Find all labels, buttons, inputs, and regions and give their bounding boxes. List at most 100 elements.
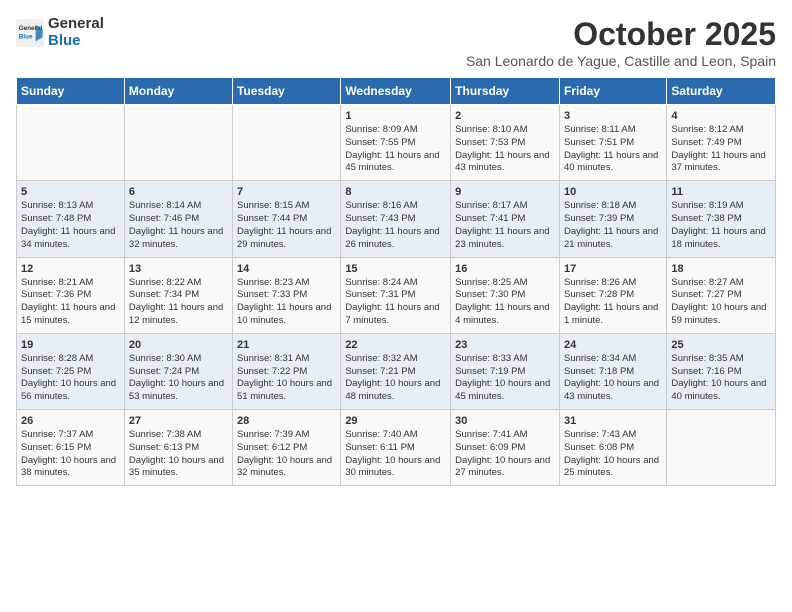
calendar-cell: 18 Sunrise: 8:27 AM Sunset: 7:27 PM Dayli… (667, 257, 776, 333)
calendar-cell: 11 Sunrise: 8:19 AM Sunset: 7:38 PM Dayli… (667, 181, 776, 257)
calendar-cell: 26 Sunrise: 7:37 AM Sunset: 6:15 PM Dayli… (17, 410, 125, 486)
calendar-cell: 19 Sunrise: 8:28 AM Sunset: 7:25 PM Dayli… (17, 333, 125, 409)
cell-content: Sunrise: 8:13 AM Sunset: 7:48 PM Dayligh… (21, 200, 120, 251)
calendar-cell: 10 Sunrise: 8:18 AM Sunset: 7:39 PM Dayli… (559, 181, 666, 257)
cell-content: Sunrise: 8:35 AM Sunset: 7:16 PM Dayligh… (671, 353, 771, 404)
calendar-cell: 3 Sunrise: 8:11 AM Sunset: 7:51 PM Daylig… (559, 105, 666, 181)
logo: General Blue General Blue (16, 16, 104, 49)
calendar-cell: 24 Sunrise: 8:34 AM Sunset: 7:18 PM Dayli… (559, 333, 666, 409)
title-block: October 2025 San Leonardo de Yague, Cast… (466, 16, 776, 69)
cell-content: Sunrise: 8:16 AM Sunset: 7:43 PM Dayligh… (345, 200, 446, 251)
cell-content: Sunrise: 8:23 AM Sunset: 7:33 PM Dayligh… (237, 277, 336, 328)
cell-content: Sunrise: 8:32 AM Sunset: 7:21 PM Dayligh… (345, 353, 446, 404)
cell-content: Sunrise: 8:34 AM Sunset: 7:18 PM Dayligh… (564, 353, 662, 404)
day-number: 18 (671, 263, 771, 275)
day-number: 23 (455, 339, 555, 351)
calendar-cell: 7Sunrise: 8:15 AM Sunset: 7:44 PM Daylig… (233, 181, 341, 257)
calendar-cell: 25 Sunrise: 8:35 AM Sunset: 7:16 PM Dayli… (667, 333, 776, 409)
cell-content: Sunrise: 8:17 AM Sunset: 7:41 PM Dayligh… (455, 200, 555, 251)
cell-content: Sunrise: 7:41 AM Sunset: 6:09 PM Dayligh… (455, 429, 555, 480)
calendar-cell: 16Sunrise: 8:25 AM Sunset: 7:30 PM Dayli… (451, 257, 560, 333)
day-number: 19 (21, 339, 120, 351)
day-number: 13 (129, 263, 228, 275)
calendar-cell: 27Sunrise: 7:38 AM Sunset: 6:13 PM Dayli… (124, 410, 232, 486)
day-number: 4 (671, 110, 771, 122)
day-number: 8 (345, 186, 446, 198)
cell-content: Sunrise: 8:09 AM Sunset: 7:55 PM Dayligh… (345, 124, 446, 175)
day-number: 25 (671, 339, 771, 351)
calendar-cell (17, 105, 125, 181)
weekday-header-saturday: Saturday (667, 78, 776, 105)
calendar-cell: 17 Sunrise: 8:26 AM Sunset: 7:28 PM Dayli… (559, 257, 666, 333)
calendar-cell: 2Sunrise: 8:10 AM Sunset: 7:53 PM Daylig… (451, 105, 560, 181)
weekday-header-friday: Friday (559, 78, 666, 105)
calendar-cell: 8 Sunrise: 8:16 AM Sunset: 7:43 PM Daylig… (341, 181, 451, 257)
day-number: 17 (564, 263, 662, 275)
calendar-cell (233, 105, 341, 181)
cell-content: Sunrise: 8:31 AM Sunset: 7:22 PM Dayligh… (237, 353, 336, 404)
cell-content: Sunrise: 8:11 AM Sunset: 7:51 PM Dayligh… (564, 124, 662, 175)
calendar-cell: 4 Sunrise: 8:12 AM Sunset: 7:49 PM Daylig… (667, 105, 776, 181)
day-number: 20 (129, 339, 228, 351)
calendar-week-row: 26 Sunrise: 7:37 AM Sunset: 6:15 PM Dayli… (17, 410, 776, 486)
calendar-week-row: 1Sunrise: 8:09 AM Sunset: 7:55 PM Daylig… (17, 105, 776, 181)
calendar-cell: 23 Sunrise: 8:33 AM Sunset: 7:19 PM Dayli… (451, 333, 560, 409)
cell-content: Sunrise: 7:39 AM Sunset: 6:12 PM Dayligh… (237, 429, 336, 480)
cell-content: Sunrise: 8:22 AM Sunset: 7:34 PM Dayligh… (129, 277, 228, 328)
day-number: 16 (455, 263, 555, 275)
cell-content: Sunrise: 8:30 AM Sunset: 7:24 PM Dayligh… (129, 353, 228, 404)
calendar-cell (667, 410, 776, 486)
page-header: General Blue General Blue October 2025 S… (16, 16, 776, 69)
calendar-cell: 13 Sunrise: 8:22 AM Sunset: 7:34 PM Dayli… (124, 257, 232, 333)
calendar-cell (124, 105, 232, 181)
day-number: 31 (564, 415, 662, 427)
calendar-cell: 22Sunrise: 8:32 AM Sunset: 7:21 PM Dayli… (341, 333, 451, 409)
month-title: October 2025 (466, 16, 776, 53)
day-number: 28 (237, 415, 336, 427)
cell-content: Sunrise: 7:43 AM Sunset: 6:08 PM Dayligh… (564, 429, 662, 480)
logo-icon: General Blue (16, 19, 44, 47)
calendar-cell: 12Sunrise: 8:21 AM Sunset: 7:36 PM Dayli… (17, 257, 125, 333)
cell-content: Sunrise: 7:37 AM Sunset: 6:15 PM Dayligh… (21, 429, 120, 480)
cell-content: Sunrise: 8:18 AM Sunset: 7:39 PM Dayligh… (564, 200, 662, 251)
weekday-header-thursday: Thursday (451, 78, 560, 105)
calendar-cell: 28 Sunrise: 7:39 AM Sunset: 6:12 PM Dayli… (233, 410, 341, 486)
cell-content: Sunrise: 8:26 AM Sunset: 7:28 PM Dayligh… (564, 277, 662, 328)
day-number: 10 (564, 186, 662, 198)
cell-content: Sunrise: 8:27 AM Sunset: 7:27 PM Dayligh… (671, 277, 771, 328)
cell-content: Sunrise: 7:40 AM Sunset: 6:11 PM Dayligh… (345, 429, 446, 480)
day-number: 3 (564, 110, 662, 122)
weekday-header-wednesday: Wednesday (341, 78, 451, 105)
cell-content: Sunrise: 8:33 AM Sunset: 7:19 PM Dayligh… (455, 353, 555, 404)
calendar-body: 1Sunrise: 8:09 AM Sunset: 7:55 PM Daylig… (17, 105, 776, 486)
weekday-header-monday: Monday (124, 78, 232, 105)
day-number: 26 (21, 415, 120, 427)
cell-content: Sunrise: 8:14 AM Sunset: 7:46 PM Dayligh… (129, 200, 228, 251)
day-number: 11 (671, 186, 771, 198)
logo-line2: Blue (48, 33, 104, 50)
day-number: 21 (237, 339, 336, 351)
calendar-cell: 6 Sunrise: 8:14 AM Sunset: 7:46 PM Daylig… (124, 181, 232, 257)
cell-content: Sunrise: 8:21 AM Sunset: 7:36 PM Dayligh… (21, 277, 120, 328)
day-number: 14 (237, 263, 336, 275)
calendar-cell: 15Sunrise: 8:24 AM Sunset: 7:31 PM Dayli… (341, 257, 451, 333)
day-number: 29 (345, 415, 446, 427)
calendar-cell: 29 Sunrise: 7:40 AM Sunset: 6:11 PM Dayli… (341, 410, 451, 486)
calendar-week-row: 5 Sunrise: 8:13 AM Sunset: 7:48 PM Daylig… (17, 181, 776, 257)
calendar-week-row: 12Sunrise: 8:21 AM Sunset: 7:36 PM Dayli… (17, 257, 776, 333)
calendar-cell: 20 Sunrise: 8:30 AM Sunset: 7:24 PM Dayli… (124, 333, 232, 409)
weekday-header-sunday: Sunday (17, 78, 125, 105)
calendar-cell: 14 Sunrise: 8:23 AM Sunset: 7:33 PM Dayli… (233, 257, 341, 333)
svg-text:Blue: Blue (19, 33, 33, 40)
day-number: 6 (129, 186, 228, 198)
calendar-cell: 31 Sunrise: 7:43 AM Sunset: 6:08 PM Dayli… (559, 410, 666, 486)
cell-content: Sunrise: 8:19 AM Sunset: 7:38 PM Dayligh… (671, 200, 771, 251)
day-number: 24 (564, 339, 662, 351)
cell-content: Sunrise: 8:28 AM Sunset: 7:25 PM Dayligh… (21, 353, 120, 404)
calendar-cell: 30Sunrise: 7:41 AM Sunset: 6:09 PM Dayli… (451, 410, 560, 486)
day-number: 2 (455, 110, 555, 122)
calendar-cell: 5 Sunrise: 8:13 AM Sunset: 7:48 PM Daylig… (17, 181, 125, 257)
weekday-header-tuesday: Tuesday (233, 78, 341, 105)
cell-content: Sunrise: 8:12 AM Sunset: 7:49 PM Dayligh… (671, 124, 771, 175)
day-number: 5 (21, 186, 120, 198)
